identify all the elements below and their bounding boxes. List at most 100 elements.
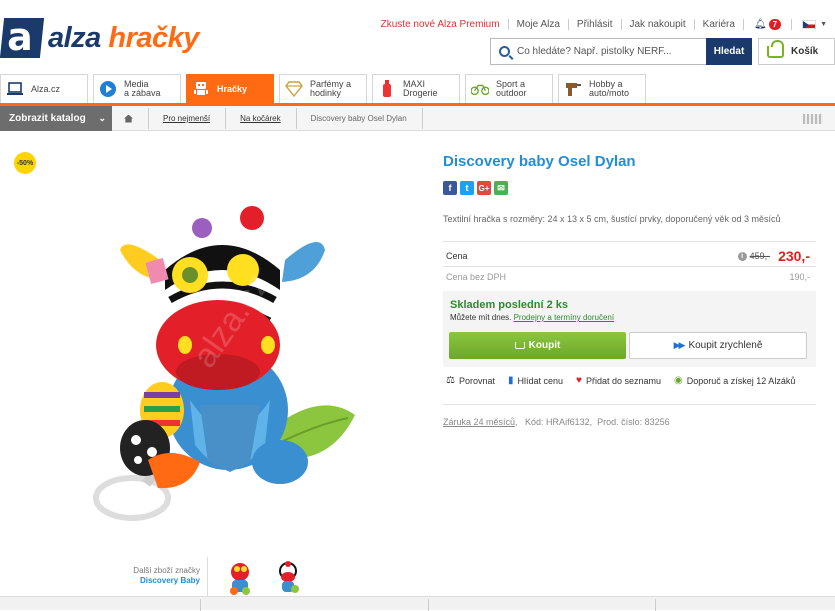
czech-flag-icon[interactable]: [802, 19, 817, 29]
search-placeholder: Co hledáte? Např. pistolky NERF...: [517, 46, 672, 57]
bottom-bar: [0, 596, 835, 611]
search-button[interactable]: Hledat: [706, 38, 752, 65]
watch-price-action[interactable]: ▮ Hlídat cenu: [508, 375, 563, 386]
logo-word-hracky: hračky: [108, 21, 199, 54]
buy-button[interactable]: Koupit: [449, 332, 626, 359]
delivery-link[interactable]: Prodejny a termíny doručení: [514, 313, 615, 322]
breadcrumb-item[interactable]: Na kočárek: [226, 106, 296, 131]
diamond-icon: [285, 80, 303, 98]
discount-badge: -50%: [14, 152, 36, 174]
price-row: Cena i 459,- 230,-: [446, 248, 810, 264]
brand-more-label: Další zboží značky Discovery Baby: [133, 566, 200, 585]
cart-button[interactable]: Košík: [758, 38, 835, 65]
breadcrumb-home[interactable]: [112, 106, 149, 131]
tab-label: Hračky: [217, 83, 248, 94]
link-jak-nakoupit[interactable]: Jak nakoupit: [622, 18, 695, 30]
alza-logo[interactable]: a alza hračky: [0, 15, 199, 59]
chart-icon: ▮: [508, 375, 514, 386]
tab-label: Parfémy a hodinky: [310, 79, 352, 98]
product-number: Prod. číslo: 83256: [597, 417, 670, 427]
twitter-icon[interactable]: t: [460, 181, 474, 195]
breadcrumb-item[interactable]: Pro nejmenší: [149, 106, 226, 131]
link-prihlasit[interactable]: Přihlásit: [569, 18, 622, 30]
product-image[interactable]: alza.cz: [90, 200, 360, 525]
quick-buy-button[interactable]: ▶▶ Koupit zrychleně: [629, 332, 807, 359]
bottle-icon: [378, 80, 396, 98]
product-actions: ⚖︎ Porovnat ▮ Hlídat cenu ♥ Přidat do se…: [446, 375, 808, 386]
tab-parfemy[interactable]: Parfémy a hodinky: [279, 74, 367, 103]
tab-label: MAXI Drogerie: [403, 79, 438, 98]
product-code: Kód: HRAif6132,: [525, 417, 593, 427]
vat-row: Cena bez DPH 190,-: [446, 272, 810, 282]
tab-sport[interactable]: Sport a outdoor: [465, 74, 553, 103]
price-label: Cena: [446, 251, 468, 261]
chevron-down-icon: ⌄: [98, 113, 106, 123]
notifications-button[interactable]: 🔔︎ 7: [744, 18, 793, 30]
thumbnail-divider: [207, 557, 208, 597]
logo-text: alza hračky: [48, 22, 199, 55]
view-switch-icon[interactable]: [803, 114, 823, 124]
tab-label: Hobby a auto/moto: [589, 79, 630, 98]
home-icon: [124, 114, 133, 123]
old-price: 459,-: [749, 251, 771, 261]
info-icon[interactable]: i: [737, 251, 747, 261]
laptop-icon: [6, 80, 24, 98]
show-catalog-button[interactable]: Zobrazit katalog ⌄: [0, 106, 112, 131]
cart-label: Košík: [791, 46, 819, 57]
catalog-button-label: Zobrazit katalog: [9, 113, 86, 124]
product-meta: Záruka 24 měsíců, Kód: HRAif6132, Prod. …: [443, 417, 670, 427]
search-bar: Co hledáte? Např. pistolky NERF... Hleda…: [490, 38, 752, 65]
tab-hracky[interactable]: Hračky: [186, 74, 274, 103]
breadcrumb-current: Discovery baby Osel Dylan: [297, 106, 423, 131]
google-plus-icon[interactable]: G+: [477, 181, 491, 195]
link-moje-alza[interactable]: Moje Alza: [509, 18, 569, 30]
chevron-down-icon[interactable]: ▼: [820, 21, 835, 28]
breadcrumb: Pro nejmenší Na kočárek Discovery baby O…: [112, 106, 423, 131]
recommend-action[interactable]: ◉ Doporuč a získej 12 Alzáků: [674, 375, 795, 386]
recommend-icon: ◉: [674, 375, 683, 386]
vat-label: Cena bez DPH: [446, 272, 507, 282]
bicycle-icon: [471, 80, 489, 98]
social-share: f t G+ ✉: [443, 181, 508, 195]
brand-link[interactable]: Discovery Baby: [140, 576, 200, 585]
search-icon: [499, 46, 510, 57]
search-input[interactable]: Co hledáte? Např. pistolky NERF...: [490, 38, 706, 65]
vat-price: 190,-: [789, 272, 810, 282]
breadcrumb-link[interactable]: Pro nejmenší: [163, 114, 210, 123]
breadcrumb-link[interactable]: Na kočárek: [240, 114, 280, 123]
robot-icon: [192, 80, 210, 98]
tab-label: Media a zábava: [124, 79, 161, 98]
compare-action[interactable]: ⚖︎ Porovnat: [446, 375, 495, 386]
thumbnail-image[interactable]: [226, 560, 254, 596]
tab-drogerie[interactable]: MAXI Drogerie: [372, 74, 460, 103]
bell-icon: 🔔︎: [753, 18, 767, 30]
compare-icon: ⚖︎: [446, 375, 455, 386]
logo-mark: a: [0, 15, 45, 59]
category-tabs: Alza.cz Media a zábava Hračky Parfémy a ho…: [0, 74, 651, 103]
play-icon: [99, 80, 117, 98]
tab-media[interactable]: Media a zábava: [93, 74, 181, 103]
product-title: Discovery baby Osel Dylan: [443, 153, 636, 170]
facebook-icon[interactable]: f: [443, 181, 457, 195]
thumbnail-image[interactable]: [274, 560, 302, 596]
basket-icon: [514, 342, 525, 349]
availability-text: Můžete mít dnes. Prodejny a termíny doru…: [450, 313, 615, 322]
warranty-link[interactable]: Záruka 24 měsíců: [443, 417, 515, 427]
breadcrumb-bar: Zobrazit katalog ⌄ Pro nejmenší Na kočár…: [0, 106, 835, 131]
link-alza-premium[interactable]: Zkuste nové Alza Premium: [373, 18, 509, 30]
divider: [443, 404, 816, 405]
tab-label: Sport a outdoor: [496, 79, 527, 98]
basket-icon: [767, 39, 784, 58]
email-icon[interactable]: ✉: [494, 181, 508, 195]
drill-icon: [564, 80, 582, 98]
tab-hobby[interactable]: Hobby a auto/moto: [558, 74, 646, 103]
fast-forward-icon: ▶▶: [673, 340, 686, 350]
notifications-badge: 7: [768, 18, 782, 30]
top-links: Zkuste nové Alza Premium Moje Alza Přihl…: [373, 17, 835, 31]
product-description: Textilní hračka s rozměry: 24 x 13 x 5 c…: [443, 214, 781, 224]
tab-alza[interactable]: Alza.cz: [0, 74, 88, 103]
tab-label: Alza.cz: [31, 83, 61, 94]
add-to-list-action[interactable]: ♥ Přidat do seznamu: [576, 375, 661, 386]
link-kariera[interactable]: Kariéra: [695, 18, 744, 30]
heart-icon: ♥: [576, 375, 582, 386]
